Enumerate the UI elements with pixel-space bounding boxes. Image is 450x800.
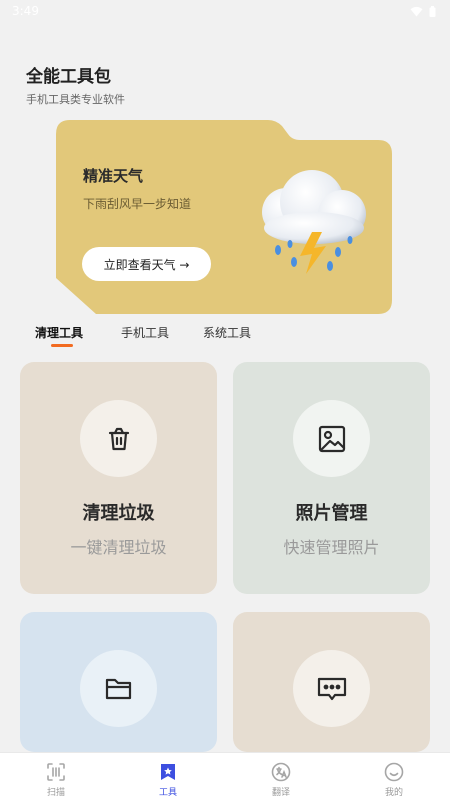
wifi-icon (410, 6, 423, 16)
message-icon (317, 677, 346, 700)
nav-label: 我的 (384, 788, 403, 798)
nav-label: 扫描 (46, 788, 65, 798)
status-time: 3:49 (12, 4, 39, 18)
nav-item-tools[interactable]: 工具 (112, 753, 224, 800)
image-icon (318, 425, 345, 452)
toolbox-icon (161, 764, 175, 780)
status-icons (410, 5, 436, 17)
banner-description: 下雨刮风早一步知道 (83, 197, 192, 211)
card-icon-circle (293, 650, 370, 727)
card-description: 快速管理照片 (283, 538, 380, 557)
card-icon-circle (80, 650, 157, 727)
scan-icon (47, 763, 65, 781)
card-icon-circle (293, 400, 370, 477)
tab-system-tools[interactable]: 系统工具 (203, 324, 251, 341)
folder-icon (105, 678, 131, 699)
card-icon-circle (80, 400, 157, 477)
card-file-management[interactable] (20, 612, 217, 752)
translate-icon (271, 762, 291, 782)
nav-item-translate[interactable]: 翻译 (225, 753, 337, 800)
bottom-navigation: 扫描 工具 翻译 我的 (0, 752, 450, 800)
app-title: 全能工具包 (26, 67, 111, 87)
nav-item-profile[interactable]: 我的 (338, 753, 450, 800)
battery-icon (429, 5, 436, 17)
tab-phone-tools[interactable]: 手机工具 (121, 324, 169, 341)
weather-banner[interactable]: 精准天气 下雨刮风早一步知道 立即查看天气 → (56, 120, 394, 314)
nav-label: 翻译 (271, 788, 290, 798)
card-clean-junk[interactable]: 清理垃圾 一键清理垃圾 (20, 362, 217, 594)
card-title: 清理垃圾 (82, 503, 155, 524)
thunderstorm-cloud-icon (262, 170, 366, 274)
banner-title: 精准天气 (83, 167, 144, 185)
card-photo-management[interactable]: 照片管理 快速管理照片 (233, 362, 430, 594)
tab-cleaning-tools[interactable]: 清理工具 (35, 324, 83, 341)
trash-icon (108, 427, 129, 450)
view-weather-button[interactable]: 立即查看天气 → (82, 247, 211, 281)
nav-label: 工具 (158, 788, 177, 798)
nav-item-scan[interactable]: 扫描 (0, 753, 112, 800)
profile-icon (384, 762, 404, 782)
app-subtitle: 手机工具类专业软件 (26, 93, 125, 106)
active-tab-indicator (51, 344, 73, 347)
card-message-tools[interactable] (233, 612, 430, 752)
tool-tabs: 清理工具 手机工具 系统工具 (0, 320, 450, 352)
status-bar: 3:49 (0, 0, 450, 22)
card-description: 一键清理垃圾 (70, 538, 167, 557)
card-title: 照片管理 (295, 503, 368, 524)
